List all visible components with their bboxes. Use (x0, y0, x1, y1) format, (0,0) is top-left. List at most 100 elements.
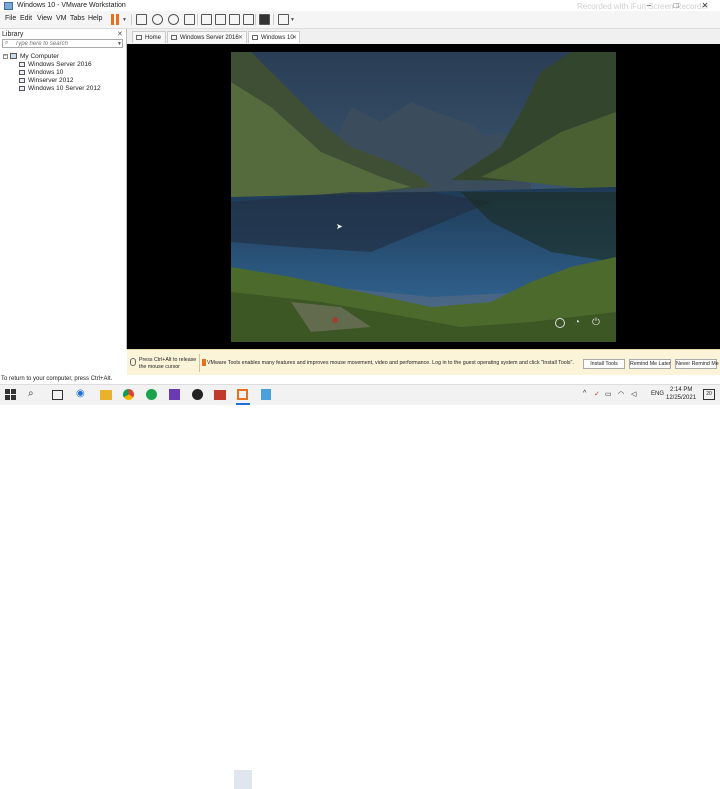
app-icon[interactable] (261, 389, 271, 400)
snapshot-icon[interactable] (152, 14, 163, 25)
revert-snapshot-icon[interactable] (168, 14, 179, 25)
vmware-tools-notification-bar: Press Ctrl+Alt to release the mouse curs… (127, 349, 720, 376)
vm-icon (252, 35, 258, 40)
language-indicator[interactable]: ENG (651, 391, 664, 397)
toolbar-separator (255, 14, 256, 25)
menu-edit[interactable]: Edit (20, 15, 32, 22)
pause-dropdown-icon[interactable]: ▼ (122, 17, 127, 23)
power-icon[interactable]: ⏻ (592, 317, 600, 328)
visual-studio-icon[interactable] (169, 389, 180, 400)
menu-tabs[interactable]: Tabs (70, 15, 85, 22)
library-title: Library (2, 31, 24, 38)
tab-label: Home (145, 35, 162, 41)
home-icon (136, 35, 142, 40)
menu-file[interactable]: File (5, 15, 16, 22)
snapshot-manager-icon[interactable] (184, 14, 195, 25)
tree-item-winserver-2012[interactable]: Winserver 2012 (19, 77, 74, 84)
clock-date[interactable]: 12/25/2021 (666, 395, 696, 401)
tab-windows-10[interactable]: Windows 10 ✕ (248, 31, 300, 43)
vm-icon (171, 35, 177, 40)
vm-tab-strip: Home Windows Server 2016 ✕ Windows 10 ✕ (127, 29, 720, 45)
start-button[interactable] (4, 388, 18, 402)
search-dropdown-icon[interactable]: ▼ (117, 41, 122, 47)
accessibility-icon[interactable]: ◔ (574, 317, 580, 328)
mouse-icon (130, 358, 136, 366)
vmware-workstation-icon[interactable] (237, 389, 248, 400)
action-center-icon[interactable]: 20 (703, 389, 715, 400)
notification-divider (199, 354, 200, 372)
lock-screen-wallpaper (231, 52, 616, 342)
mouse-cursor-icon: ➤ (336, 222, 343, 231)
chrome-icon[interactable] (123, 389, 134, 400)
close-button[interactable]: ✕ (696, 1, 714, 10)
app-icon[interactable] (192, 389, 203, 400)
remind-me-later-button[interactable]: Remind Me Later (629, 359, 671, 369)
vm-icon (19, 77, 25, 83)
tree-item-windows-server-2016[interactable]: Windows Server 2016 (19, 61, 92, 68)
status-text: To return to your computer, press Ctrl+A… (1, 376, 113, 382)
search-icon[interactable]: ⌕ (28, 388, 42, 402)
app-icon[interactable] (146, 389, 157, 400)
tree-item-label: Windows 10 Server 2012 (28, 85, 101, 92)
tab-close-icon[interactable]: ✕ (238, 34, 243, 41)
library-panel: Library ✕ ⌕ ▼ − My Computer Windows Serve… (0, 29, 127, 349)
stretch-dropdown-icon[interactable]: ▼ (290, 17, 295, 23)
tab-label: Windows Server 2016 (180, 35, 239, 41)
tree-item-windows-10[interactable]: Windows 10 (19, 69, 63, 76)
file-explorer-icon[interactable] (100, 390, 112, 400)
full-screen-icon[interactable] (229, 14, 240, 25)
tab-home[interactable]: Home (132, 31, 166, 43)
guest-lock-screen[interactable]: ◔ ⏻ (231, 52, 616, 342)
send-ctrl-alt-del-icon[interactable] (136, 14, 147, 25)
library-search-input[interactable] (15, 40, 111, 47)
windows-taskbar: ⌕ ◉ ^ ✓ ▭ ◠ ◁ ENG 2:14 PM 12/25/2021 20 (0, 384, 720, 789)
menu-help[interactable]: Help (88, 15, 102, 22)
tab-label: Windows 10 (261, 35, 294, 41)
vmware-tools-message: VMware Tools enables many features and i… (207, 360, 574, 366)
console-view-icon[interactable] (259, 14, 270, 25)
tab-windows-server-2016[interactable]: Windows Server 2016 ✕ (167, 31, 247, 43)
install-tools-button[interactable]: Install Tools (583, 359, 625, 369)
clock-time[interactable]: 2:14 PM (670, 387, 692, 393)
library-close-icon[interactable]: ✕ (117, 30, 123, 38)
network-icon[interactable] (555, 318, 565, 328)
tray-chevron-icon[interactable]: ^ (583, 390, 586, 397)
volume-icon[interactable]: ◁ (631, 390, 636, 398)
edge-icon[interactable]: ◉ (76, 388, 90, 402)
status-bar: To return to your computer, press Ctrl+A… (0, 375, 720, 384)
unity-icon[interactable] (243, 14, 254, 25)
menu-vm[interactable]: VM (56, 15, 67, 22)
tree-item-label: Windows Server 2016 (28, 61, 92, 68)
tray-app-icon[interactable]: ✓ (594, 390, 600, 398)
never-remind-me-button[interactable]: Never Remind Me (675, 359, 719, 369)
menu-view[interactable]: View (37, 15, 52, 22)
vm-icon (19, 61, 25, 67)
computer-icon (10, 53, 17, 60)
collapse-icon[interactable]: − (3, 53, 8, 59)
thumbnail-bar-icon[interactable] (215, 14, 226, 25)
show-library-icon[interactable] (201, 14, 212, 25)
network-tray-icon[interactable]: ▭ (605, 390, 612, 398)
active-app-indicator (236, 403, 250, 405)
library-search-box[interactable]: ⌕ ▼ (2, 39, 123, 48)
tree-my-computer[interactable]: − My Computer (3, 53, 59, 60)
task-view-icon[interactable] (52, 390, 63, 400)
tree-item-windows-10-server-2012[interactable]: Windows 10 Server 2012 (19, 85, 101, 92)
vm-icon (19, 85, 25, 91)
minimize-button[interactable]: – (640, 1, 658, 10)
menu-bar: File Edit View VM Tabs Help ▼ ▼ (0, 11, 720, 29)
search-icon: ⌕ (5, 40, 9, 46)
pause-icon[interactable] (111, 14, 120, 25)
recorder-icon[interactable] (214, 390, 226, 400)
active-taskbar-highlight (234, 770, 252, 789)
toolbar-separator (273, 14, 274, 25)
tree-item-label: Winserver 2012 (28, 77, 74, 84)
tab-close-icon[interactable]: ✕ (292, 34, 297, 41)
maximize-button[interactable]: □ (667, 1, 685, 10)
toolbar-separator (131, 14, 132, 25)
vmware-app-icon (4, 2, 13, 10)
wifi-icon[interactable]: ◠ (618, 390, 624, 398)
vm-icon (19, 69, 25, 75)
stretch-guest-icon[interactable] (278, 14, 289, 25)
toolbar-separator (197, 14, 198, 25)
